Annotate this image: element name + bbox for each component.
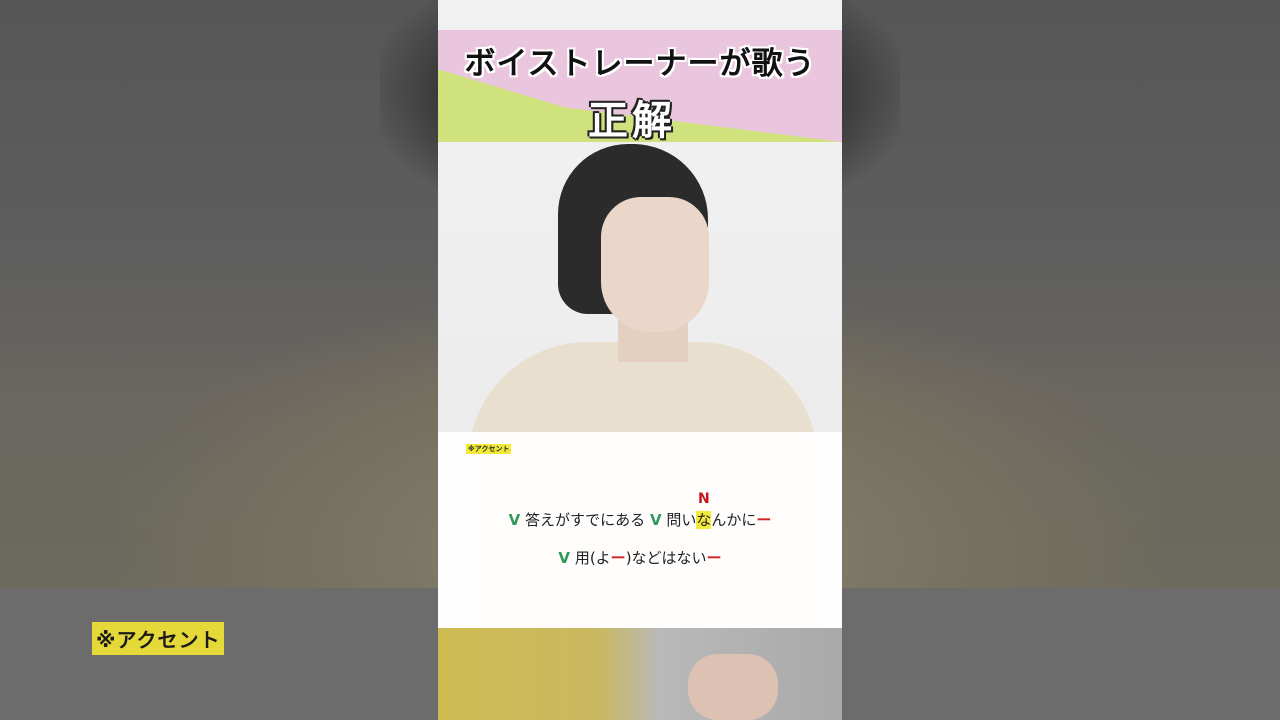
accent-highlight: Nな: [696, 491, 712, 529]
video-title: ボイストレーナーが歌う: [464, 46, 816, 82]
sweater-lower: [438, 628, 842, 720]
video-subtitle: 正解: [588, 98, 676, 142]
v-mark: V: [508, 511, 521, 529]
singer-photo: [438, 142, 842, 720]
long-tone-dash: ー: [756, 511, 772, 529]
v-mark: V: [649, 511, 662, 529]
face: [601, 197, 709, 332]
backdrop-accent-tag: ※アクセント: [92, 622, 225, 655]
accent-tag: ※アクセント: [466, 444, 512, 454]
long-tone-dash: ー: [706, 549, 722, 567]
lyric-text: 問い: [666, 511, 697, 529]
n-mark: N: [697, 491, 710, 507]
title-band: ボイストレーナーが歌う 正解: [438, 30, 842, 142]
lyric-text: 用(よ: [574, 549, 611, 567]
lyric-text: 答えがすでにある: [525, 511, 646, 529]
lyric-text: )などはない: [625, 549, 707, 567]
long-tone-dash: ー: [610, 549, 626, 567]
lyric-line-1: V 答えがすでにある V 問い N なんかにー: [438, 491, 842, 530]
v-mark: V: [558, 549, 571, 567]
video-frame: ボイストレーナーが歌う 正解 ※アクセント V 答えがすでにある V 問い N なん…: [438, 0, 842, 720]
lyric-line-2: V 用(よー)などはないー: [438, 547, 842, 568]
lyric-panel: ※アクセント V 答えがすでにある V 問い N なんかにー V 用(よー)などはな…: [438, 432, 842, 628]
lyric-text: んかに: [711, 511, 757, 529]
hands: [688, 654, 778, 720]
highlight-char: な: [696, 511, 712, 529]
